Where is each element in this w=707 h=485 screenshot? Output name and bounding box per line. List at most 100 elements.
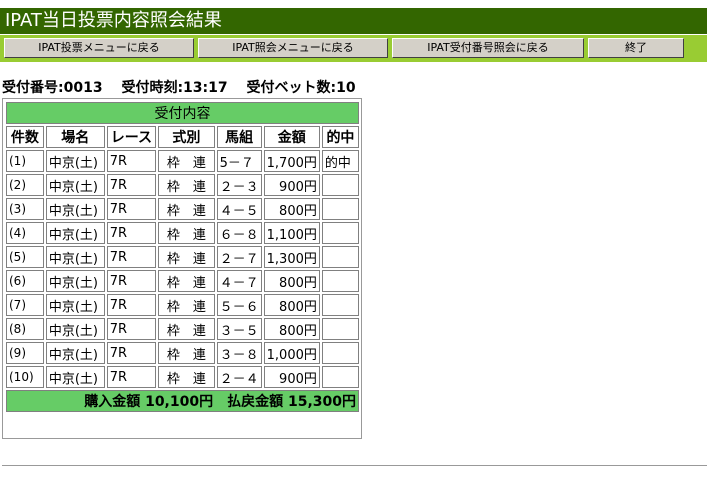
receipt-time: 受付時刻:13:17	[121, 80, 228, 96]
col-header-venue: 場名	[45, 126, 105, 148]
row-combo: ３－８	[216, 342, 262, 364]
total-row: 購入金額 10,100円 払戻金額 15,300円	[6, 390, 359, 412]
page-title: IPAT当日投票内容照会結果	[0, 8, 707, 34]
result-table-frame: 受付内容 件数 場名 レース 式別 馬組 金額 的中 (1) 中京(土) 7R …	[2, 98, 362, 439]
row-combo: ２－７	[216, 246, 262, 268]
table-row: (8) 中京(土) 7R 枠 連 ３－５ 800円	[6, 318, 359, 340]
row-hit	[321, 246, 359, 268]
table-row: (4) 中京(土) 7R 枠 連 ６－８ 1,100円	[6, 222, 359, 244]
table-caption: 受付内容	[6, 102, 359, 124]
row-venue: 中京(土)	[45, 150, 105, 172]
table-row: (10) 中京(土) 7R 枠 連 ２－４ 900円	[6, 366, 359, 388]
row-index: (9)	[6, 342, 44, 364]
menu-bar: IPAT投票メニューに戻る IPAT照会メニューに戻る IPAT受付番号照会に戻…	[0, 35, 707, 62]
receipt-number: 受付番号:0013	[2, 80, 103, 96]
table-row: (1) 中京(土) 7R 枠 連 5－７ 1,700円 的中	[6, 150, 359, 172]
row-venue: 中京(土)	[45, 198, 105, 220]
row-combo: ６－８	[216, 222, 262, 244]
row-type: 枠 連	[158, 222, 215, 244]
row-amount: 1,000円	[263, 342, 320, 364]
row-combo: ４－５	[216, 198, 262, 220]
back-to-receipt-inquiry-button[interactable]: IPAT受付番号照会に戻る	[392, 38, 584, 58]
row-index: (2)	[6, 174, 44, 196]
row-race: 7R	[106, 342, 157, 364]
row-amount: 800円	[263, 294, 320, 316]
total-summary: 購入金額 10,100円 払戻金額 15,300円	[6, 390, 359, 412]
row-hit	[321, 174, 359, 196]
result-table: 受付内容 件数 場名 レース 式別 馬組 金額 的中 (1) 中京(土) 7R …	[4, 100, 361, 414]
row-hit	[321, 318, 359, 340]
row-race: 7R	[106, 174, 157, 196]
row-amount: 1,300円	[263, 246, 320, 268]
back-to-inquiry-menu-button[interactable]: IPAT照会メニューに戻る	[198, 38, 388, 58]
bottom-divider	[2, 465, 707, 466]
row-race: 7R	[106, 150, 157, 172]
table-row: (7) 中京(土) 7R 枠 連 ５－６ 800円	[6, 294, 359, 316]
row-venue: 中京(土)	[45, 342, 105, 364]
row-hit	[321, 270, 359, 292]
table-row: (9) 中京(土) 7R 枠 連 ３－８ 1,000円	[6, 342, 359, 364]
row-type: 枠 連	[158, 174, 215, 196]
row-race: 7R	[106, 270, 157, 292]
row-venue: 中京(土)	[45, 318, 105, 340]
row-index: (8)	[6, 318, 44, 340]
row-race: 7R	[106, 294, 157, 316]
row-venue: 中京(土)	[45, 174, 105, 196]
row-index: (6)	[6, 270, 44, 292]
row-combo: ３－５	[216, 318, 262, 340]
row-race: 7R	[106, 246, 157, 268]
table-row: (2) 中京(土) 7R 枠 連 ２－３ 900円	[6, 174, 359, 196]
row-combo: ２－４	[216, 366, 262, 388]
table-row: (5) 中京(土) 7R 枠 連 ２－７ 1,300円	[6, 246, 359, 268]
row-venue: 中京(土)	[45, 222, 105, 244]
row-venue: 中京(土)	[45, 246, 105, 268]
row-index: (10)	[6, 366, 44, 388]
row-venue: 中京(土)	[45, 366, 105, 388]
row-hit	[321, 198, 359, 220]
table-row: (3) 中京(土) 7R 枠 連 ４－５ 800円	[6, 198, 359, 220]
row-combo: ２－３	[216, 174, 262, 196]
exit-button[interactable]: 終了	[588, 38, 684, 58]
row-type: 枠 連	[158, 198, 215, 220]
row-index: (7)	[6, 294, 44, 316]
row-amount: 800円	[263, 318, 320, 340]
table-header-row: 件数 場名 レース 式別 馬組 金額 的中	[6, 126, 359, 148]
row-amount: 1,700円	[263, 150, 320, 172]
row-hit	[321, 366, 359, 388]
row-amount: 1,100円	[263, 222, 320, 244]
col-header-amount: 金額	[263, 126, 320, 148]
row-hit: 的中	[321, 150, 359, 172]
row-venue: 中京(土)	[45, 294, 105, 316]
row-combo: ５－６	[216, 294, 262, 316]
row-index: (4)	[6, 222, 44, 244]
col-header-type: 式別	[158, 126, 215, 148]
col-header-hit: 的中	[321, 126, 359, 148]
col-header-combo: 馬組	[216, 126, 262, 148]
row-type: 枠 連	[158, 366, 215, 388]
row-combo: 5－７	[216, 150, 262, 172]
row-type: 枠 連	[158, 150, 215, 172]
row-hit	[321, 342, 359, 364]
table-row: (6) 中京(土) 7R 枠 連 ４－７ 800円	[6, 270, 359, 292]
row-amount: 900円	[263, 174, 320, 196]
row-hit	[321, 294, 359, 316]
row-race: 7R	[106, 222, 157, 244]
row-index: (5)	[6, 246, 44, 268]
col-header-race: レース	[106, 126, 157, 148]
row-amount: 800円	[263, 270, 320, 292]
back-to-vote-menu-button[interactable]: IPAT投票メニューに戻る	[4, 38, 194, 58]
row-type: 枠 連	[158, 246, 215, 268]
col-header-count: 件数	[6, 126, 44, 148]
row-combo: ４－７	[216, 270, 262, 292]
receipt-info: 受付番号:0013 受付時刻:13:17 受付ベット数:10	[2, 79, 370, 97]
row-amount: 900円	[263, 366, 320, 388]
bet-count: 受付ベット数:10	[246, 80, 356, 96]
row-type: 枠 連	[158, 342, 215, 364]
row-race: 7R	[106, 366, 157, 388]
row-type: 枠 連	[158, 318, 215, 340]
row-amount: 800円	[263, 198, 320, 220]
row-index: (1)	[6, 150, 44, 172]
row-venue: 中京(土)	[45, 270, 105, 292]
row-hit	[321, 222, 359, 244]
row-type: 枠 連	[158, 270, 215, 292]
